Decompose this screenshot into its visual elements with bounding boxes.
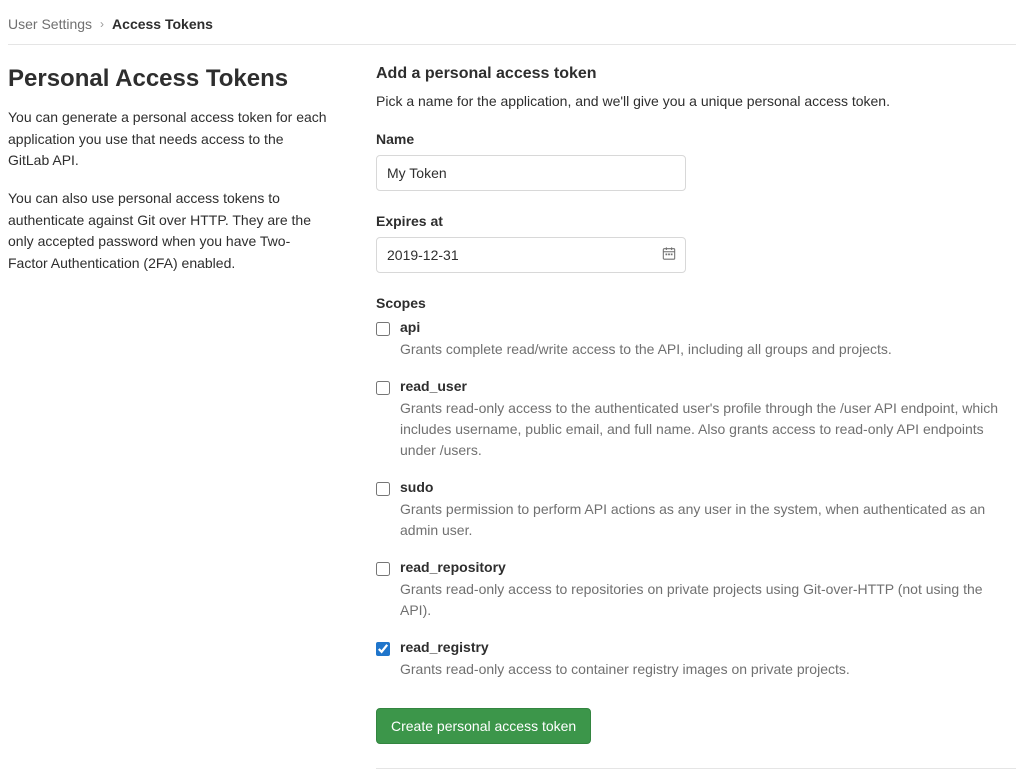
form-subtext: Pick a name for the application, and we'… <box>376 93 1016 109</box>
scope-checkbox-api[interactable] <box>376 322 390 336</box>
name-input[interactable] <box>376 155 686 191</box>
create-token-button[interactable]: Create personal access token <box>376 708 591 744</box>
form-heading: Add a personal access token <box>376 65 1016 83</box>
breadcrumb: User Settings › Access Tokens <box>8 0 1016 45</box>
scope-item-sudo: sudo Grants permission to perform API act… <box>376 479 1016 541</box>
scope-name: read_repository <box>400 559 1016 575</box>
expires-at-label: Expires at <box>376 213 1016 229</box>
scope-description: Grants read-only access to repositories … <box>400 579 1016 621</box>
scope-name: read_registry <box>400 639 1016 655</box>
token-form-panel: Add a personal access token Pick a name … <box>376 65 1016 769</box>
scope-description: Grants read-only access to the authentic… <box>400 398 1016 461</box>
scope-description: Grants read-only access to container reg… <box>400 659 1016 680</box>
scope-item-read_user: read_user Grants read-only access to the … <box>376 378 1016 461</box>
scope-description: Grants permission to perform API actions… <box>400 499 1016 541</box>
chevron-right-icon: › <box>100 17 104 31</box>
breadcrumb-current: Access Tokens <box>112 16 213 32</box>
name-label: Name <box>376 131 1016 147</box>
scope-name: api <box>400 319 1016 335</box>
scope-item-api: api Grants complete read/write access to … <box>376 319 1016 360</box>
scopes-label: Scopes <box>376 295 1016 311</box>
scope-item-read_repository: read_repository Grants read-only access t… <box>376 559 1016 621</box>
settings-description-panel: Personal Access Tokens You can generate … <box>8 65 328 769</box>
scope-checkbox-read_user[interactable] <box>376 381 390 395</box>
breadcrumb-root[interactable]: User Settings <box>8 16 92 32</box>
scope-checkbox-sudo[interactable] <box>376 482 390 496</box>
scope-checkbox-read_repository[interactable] <box>376 562 390 576</box>
scope-item-read_registry: read_registry Grants read-only access to … <box>376 639 1016 680</box>
scope-name: read_user <box>400 378 1016 394</box>
page-title: Personal Access Tokens <box>8 65 328 93</box>
expires-at-input[interactable] <box>376 237 686 273</box>
scope-description: Grants complete read/write access to the… <box>400 339 1016 360</box>
description-paragraph: You can also use personal access tokens … <box>8 188 328 275</box>
scope-name: sudo <box>400 479 1016 495</box>
scope-list: api Grants complete read/write access to … <box>376 319 1016 680</box>
description-paragraph: You can generate a personal access token… <box>8 107 328 172</box>
scope-checkbox-read_registry[interactable] <box>376 642 390 656</box>
